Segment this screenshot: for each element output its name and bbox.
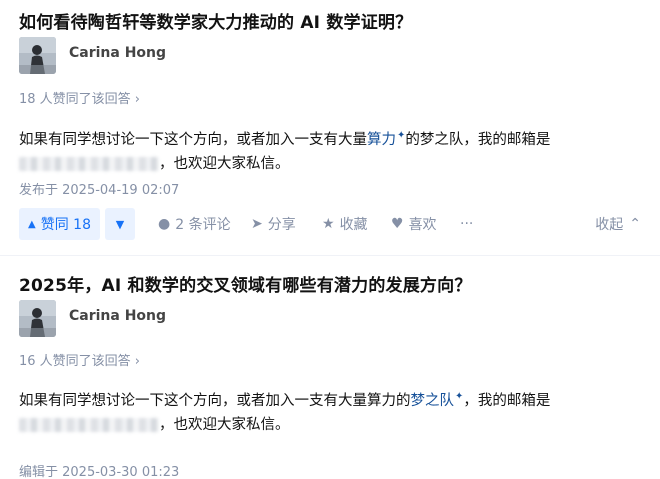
upvote-icon: ▲ xyxy=(28,218,36,230)
vote-count-line-2[interactable]: 16 人赞同了该回答 › xyxy=(19,350,140,369)
author-name-2[interactable]: Carina Hong xyxy=(69,308,166,324)
collect-button[interactable]: ★ 收藏 xyxy=(322,208,368,240)
collect-label: 收藏 xyxy=(339,217,368,233)
content-text: 如果有同学想讨论一下这个方向，或者加入一支有大量算力的 xyxy=(19,392,411,409)
question-title-2[interactable]: 2025年，AI 和数学的交叉领域有哪些有潜力的发展方向？ xyxy=(19,271,472,296)
vote-count-text: 18 人赞同了该回答 xyxy=(19,92,131,107)
share-icon: ➤ xyxy=(251,216,263,232)
chevron-right-icon: › xyxy=(134,92,140,107)
keyword-link-dream-team[interactable]: 梦之队 xyxy=(411,393,455,409)
blurred-email xyxy=(19,417,159,432)
edit-time-2[interactable]: 编辑于 2025-03-30 01:23 xyxy=(19,461,179,479)
like-button[interactable]: ♥ 喜欢 xyxy=(391,208,437,240)
content-text: ，也欢迎大家私信。 xyxy=(159,416,290,433)
share-button[interactable]: ➤ 分享 xyxy=(251,208,296,240)
author-name-1[interactable]: Carina Hong xyxy=(69,45,166,61)
action-bar: ▲ 赞同 18 ▼ ● 2 条评论 ➤ 分享 ★ 收藏 ♥ 喜欢 ··· 收起 … xyxy=(19,208,641,240)
content-text: 的梦之队，我的邮箱是 xyxy=(405,131,551,148)
author-avatar-1[interactable] xyxy=(19,37,56,74)
content-line-1: 如果有同学想讨论一下这个方向，或者加入一支有大量算力✦的梦之队，我的邮箱是 xyxy=(19,124,550,152)
content-line-1: 如果有同学想讨论一下这个方向，或者加入一支有大量算力的梦之队✦，我的邮箱是 xyxy=(19,385,550,413)
content-line-2: ，也欢迎大家私信。 xyxy=(19,413,550,437)
answer-divider xyxy=(0,255,660,256)
downvote-button[interactable]: ▼ xyxy=(105,208,135,240)
vote-count-line-1[interactable]: 18 人赞同了该回答 › xyxy=(19,88,140,107)
collapse-button[interactable]: 收起 ⌃ xyxy=(595,208,641,240)
publish-time-1[interactable]: 发布于 2025-04-19 02:07 xyxy=(19,179,179,198)
upvote-button[interactable]: ▲ 赞同 18 xyxy=(19,208,100,240)
avatar-photo-icon xyxy=(19,300,56,337)
chevron-up-icon: ⌃ xyxy=(629,216,641,232)
more-button[interactable]: ··· xyxy=(460,208,473,240)
question-title-1[interactable]: 如何看待陶哲轩等数学家大力推动的 AI 数学证明？ xyxy=(19,8,412,33)
content-line-2: ，也欢迎大家私信。 xyxy=(19,152,550,176)
collapse-label: 收起 xyxy=(595,217,624,233)
more-icon: ··· xyxy=(460,216,474,232)
heart-icon: ♥ xyxy=(391,216,404,232)
keyword-link-compute[interactable]: 算力 xyxy=(367,132,396,148)
star-icon: ★ xyxy=(322,216,335,232)
avatar-photo-icon xyxy=(19,37,56,74)
content-text: ，也欢迎大家私信。 xyxy=(159,155,290,172)
content-text: ，我的邮箱是 xyxy=(463,392,551,409)
comment-button[interactable]: ● 2 条评论 xyxy=(158,208,231,240)
answer-content-2: 如果有同学想讨论一下这个方向，或者加入一支有大量算力的梦之队✦，我的邮箱是 ，也… xyxy=(19,385,550,437)
share-label: 分享 xyxy=(267,217,296,233)
upvote-label: 赞同 18 xyxy=(40,217,91,233)
content-text: 如果有同学想讨论一下这个方向，或者加入一支有大量 xyxy=(19,131,367,148)
vote-count-text: 16 人赞同了该回答 xyxy=(19,354,131,369)
author-avatar-2[interactable] xyxy=(19,300,56,337)
answer-content-1: 如果有同学想讨论一下这个方向，或者加入一支有大量算力✦的梦之队，我的邮箱是 ，也… xyxy=(19,124,550,176)
downvote-icon: ▼ xyxy=(115,217,125,231)
chevron-right-icon: › xyxy=(134,354,140,369)
blurred-email xyxy=(19,156,159,171)
like-label: 喜欢 xyxy=(408,217,437,233)
comment-label: 2 条评论 xyxy=(175,217,231,233)
comment-icon: ● xyxy=(158,216,171,232)
